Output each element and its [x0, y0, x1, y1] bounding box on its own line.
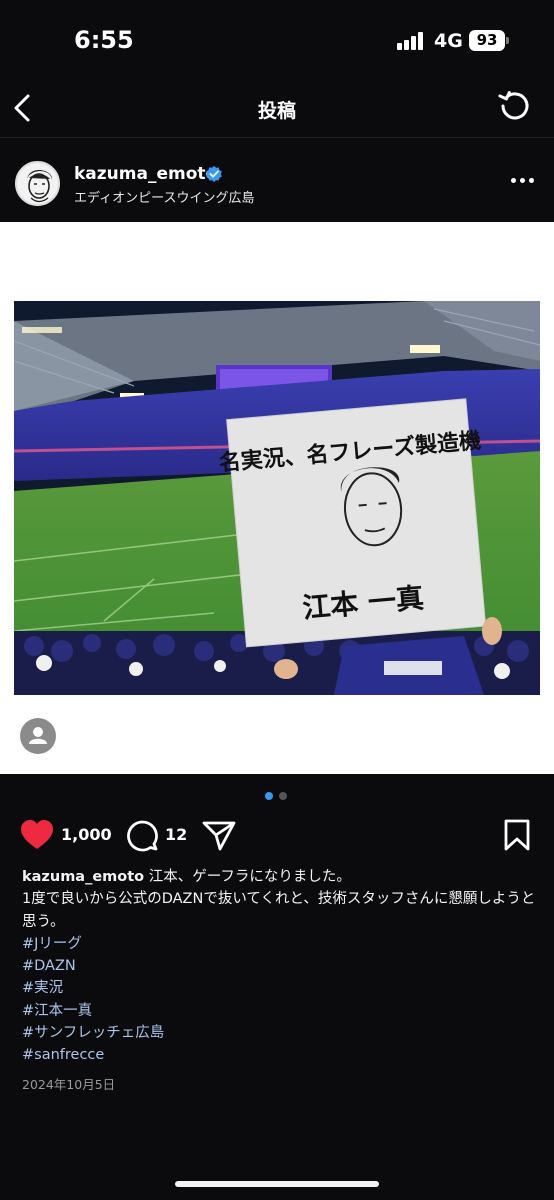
tagged-people-icon[interactable] [20, 718, 56, 754]
post-date: 2024年10月5日 [22, 1077, 116, 1092]
network-type: 4G [434, 30, 463, 52]
comment-count[interactable]: 12 [165, 825, 187, 844]
verified-badge-icon [206, 165, 222, 183]
username-link[interactable]: kazuma_emoto [74, 164, 217, 184]
comment-icon[interactable] [124, 817, 160, 853]
share-icon[interactable] [201, 818, 237, 852]
nav-bar: 投稿 [0, 80, 554, 138]
hashtag-link[interactable]: #DAZN [22, 955, 538, 977]
page-title: 投稿 [257, 100, 296, 122]
carousel-indicator [265, 792, 295, 800]
caption-line-2: 1度で良いから公式のDAZNで抜いてくれと、技術スタッフさんに懇願しようと思う。 [22, 891, 536, 930]
refresh-icon[interactable] [497, 88, 533, 124]
more-options-icon[interactable] [511, 178, 535, 186]
post-actions: 1,000 12 [0, 812, 554, 860]
hashtag-link[interactable]: #sanfrecce [22, 1044, 538, 1066]
post-caption: kazuma_emoto 江本、ゲーフラになりました。 1度で良いから公式のDA… [22, 866, 538, 1067]
avatar[interactable] [15, 161, 60, 206]
hashtag-link[interactable]: #Jリーグ [22, 933, 538, 955]
status-bar: 6:55 4G 93 [0, 0, 554, 80]
battery-icon: 93 [469, 30, 505, 51]
cellular-signal-icon [397, 32, 427, 50]
battery-tip [506, 37, 509, 44]
hashtag-link[interactable]: #江本一真 [22, 1000, 538, 1022]
like-count[interactable]: 1,000 [61, 825, 112, 844]
caption-username[interactable]: kazuma_emoto [22, 869, 144, 885]
status-time: 6:55 [74, 26, 134, 54]
location-link[interactable]: エディオンピースウイング広島 [74, 187, 254, 206]
hashtag-link[interactable]: #実況 [22, 977, 538, 999]
bookmark-icon[interactable] [503, 818, 531, 852]
caption-line-1: 江本、ゲーフラになりました。 [148, 869, 351, 885]
post-header: kazuma_emoto エディオンピースウイング広島 [0, 140, 554, 222]
heart-icon[interactable] [19, 818, 55, 852]
post-media[interactable]: 名実況、名フレーズ製造機 江本 一真 [0, 222, 554, 774]
carousel-dot [279, 792, 287, 800]
carousel-dot-active [265, 792, 273, 800]
hashtag-list: #Jリーグ #DAZN #実況 #江本一真 #サンフレッチェ広島 #sanfre… [22, 933, 538, 1067]
stadium-photo: 名実況、名フレーズ製造機 江本 一真 [14, 301, 540, 695]
hashtag-link[interactable]: #サンフレッチェ広島 [22, 1022, 538, 1044]
home-indicator[interactable] [175, 1181, 379, 1187]
